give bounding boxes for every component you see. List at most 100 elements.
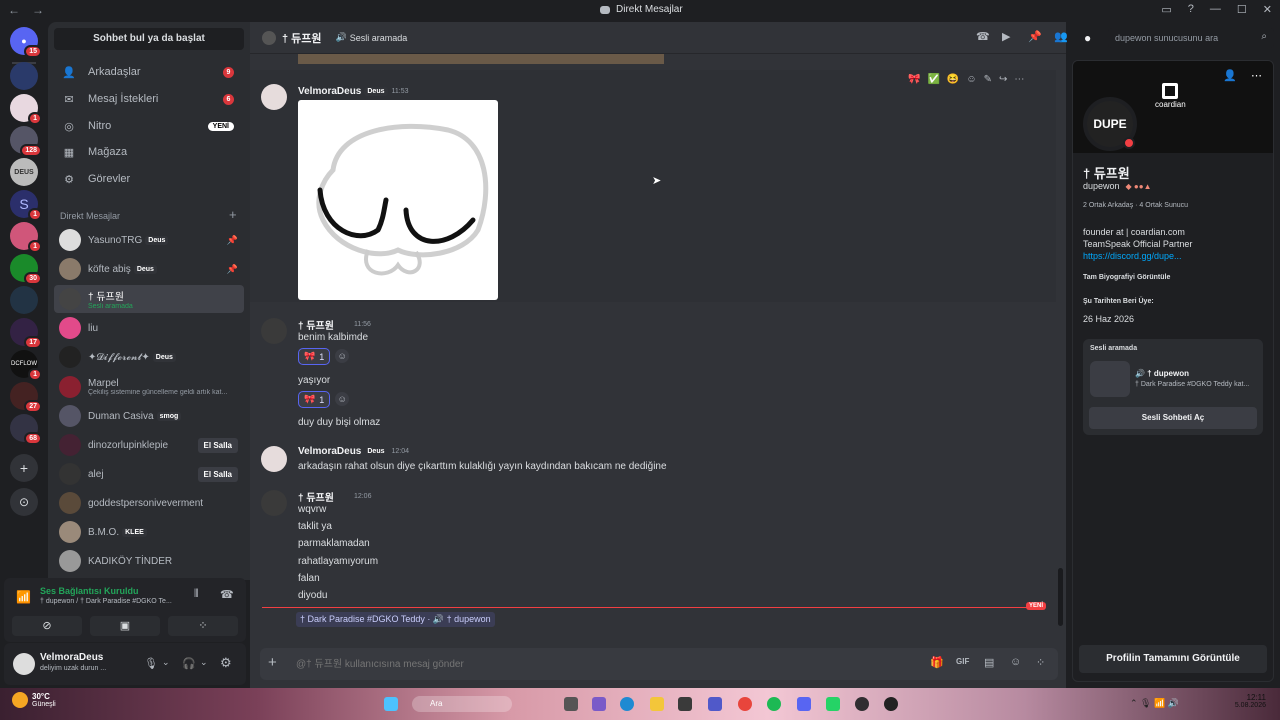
- message-avatar[interactable]: [261, 446, 287, 472]
- server-icon[interactable]: 128: [10, 126, 42, 157]
- gif-icon[interactable]: GIF: [956, 657, 969, 666]
- chevron-down-icon[interactable]: ⌄: [162, 657, 170, 668]
- dm-item[interactable]: alej El Salla: [54, 461, 244, 487]
- voice-channel[interactable]: † dupewon / † Dark Paradise #DGKO Te...: [40, 598, 172, 605]
- dm-item[interactable]: KADIKÖY TİNDER: [54, 548, 244, 574]
- server-icon-deus[interactable]: DEUS: [10, 158, 38, 186]
- edit-icon[interactable]: ✎: [984, 74, 992, 85]
- open-voice-chat-button[interactable]: Sesli Sohbeti Aç: [1089, 407, 1257, 429]
- header-voice-status[interactable]: Sesli aramada: [350, 33, 408, 43]
- dm-item[interactable]: B.M.O. KLEE: [54, 519, 244, 545]
- dm-item[interactable]: YasunoTRG Deus 📌: [54, 227, 244, 253]
- dm-item[interactable]: Duman Casiva smog: [54, 403, 244, 429]
- message-author[interactable]: VelmoraDeus: [298, 446, 361, 457]
- dm-item[interactable]: Marpel Çekiliş sistemine güncelleme geldi…: [54, 373, 244, 401]
- noise-suppression-icon[interactable]: ⫴: [194, 588, 199, 601]
- message-avatar[interactable]: [261, 84, 287, 110]
- call-icon[interactable]: ☎: [976, 30, 990, 43]
- add-friend-icon[interactable]: 👤: [1223, 69, 1237, 82]
- server-search[interactable]: dupewon sunucusunu ara ⌕: [1108, 28, 1274, 48]
- more-icon[interactable]: ⋯: [1251, 69, 1262, 82]
- chrome-icon[interactable]: [738, 697, 752, 711]
- close-button[interactable]: ✕: [1263, 3, 1272, 16]
- nav-shop[interactable]: ▦ Mağaza: [54, 140, 244, 164]
- create-dm-icon[interactable]: +: [229, 207, 237, 222]
- bio-link[interactable]: https://discord.gg/dupe...: [1083, 251, 1182, 261]
- mutuals[interactable]: 2 Ortak Arkadaş · 4 Ortak Sunucu: [1083, 202, 1188, 209]
- chatgpt-icon[interactable]: [884, 697, 898, 711]
- windows-start-icon[interactable]: [384, 697, 398, 711]
- add-server-icon[interactable]: +: [10, 454, 38, 482]
- server-icon[interactable]: [10, 62, 38, 90]
- back-icon[interactable]: ←: [8, 3, 20, 17]
- dm-item[interactable]: köfte abiş Deus 📌: [54, 256, 244, 282]
- server-icon[interactable]: 30: [10, 254, 42, 285]
- microphone-icon[interactable]: 🎙: [144, 657, 158, 670]
- profile-toggle-icon[interactable]: ●: [1084, 31, 1091, 45]
- scrollbar[interactable]: [1058, 568, 1063, 626]
- server-icon[interactable]: 1: [10, 94, 42, 125]
- pin-icon[interactable]: 📌: [1028, 30, 1042, 43]
- weather-widget[interactable]: 30°C Güneşli: [12, 692, 56, 708]
- message-author[interactable]: † 듀프원: [298, 317, 334, 332]
- dm-item[interactable]: ✦𝓓𝓲𝓯𝓯𝓮𝓻𝓮𝓷𝓽✦ Deus: [54, 344, 244, 370]
- nav-message-requests[interactable]: ✉ Mesaj İstekleri 6: [54, 87, 244, 111]
- whatsapp-icon[interactable]: [826, 697, 840, 711]
- more-icon[interactable]: ⋯: [1014, 74, 1024, 85]
- taskbar-search[interactable]: Ara: [412, 696, 512, 712]
- edge-icon[interactable]: [620, 697, 634, 711]
- screen-share-button[interactable]: ▣: [90, 616, 160, 636]
- clock[interactable]: 12:11 5.08.2026: [1226, 693, 1266, 709]
- message-author[interactable]: † 듀프원: [298, 489, 334, 504]
- store-icon[interactable]: [678, 697, 692, 711]
- reaction-check-icon[interactable]: ✅: [927, 74, 939, 85]
- user-avatar[interactable]: [13, 653, 35, 675]
- reaction-chip[interactable]: 🎀 1: [298, 391, 331, 408]
- view-full-profile-button[interactable]: Profilin Tamamını Görüntüle: [1079, 645, 1267, 673]
- disconnect-icon[interactable]: ☎: [220, 588, 234, 601]
- home-dm-button[interactable]: ● 15: [10, 27, 42, 58]
- message-avatar[interactable]: [261, 318, 287, 344]
- add-friend-icon[interactable]: 👥: [1054, 30, 1068, 43]
- message-input[interactable]: [296, 654, 876, 674]
- server-icon[interactable]: S1: [10, 190, 42, 221]
- forward-icon[interactable]: →: [32, 3, 44, 17]
- sticker-icon[interactable]: ▤: [984, 656, 994, 669]
- dm-item[interactable]: dinozorlupinklepie El Salla: [54, 432, 244, 458]
- server-icon[interactable]: 1: [10, 222, 42, 253]
- wave-button[interactable]: El Salla: [197, 466, 238, 482]
- server-icon[interactable]: 68: [10, 414, 42, 445]
- dm-item-active[interactable]: † 듀프원 Sesli aramada: [54, 285, 244, 313]
- teams-icon[interactable]: [708, 697, 722, 711]
- reaction-chip[interactable]: 🎀 1: [298, 348, 331, 365]
- minimize-button[interactable]: —: [1210, 3, 1221, 16]
- server-icon[interactable]: [10, 286, 38, 314]
- message-author[interactable]: VelmoraDeus: [298, 86, 361, 97]
- emoji-icon[interactable]: ☺: [1010, 656, 1021, 668]
- chevron-down-icon[interactable]: ⌄: [200, 657, 208, 668]
- obs-icon[interactable]: [855, 697, 869, 711]
- add-reaction-icon[interactable]: ☺: [335, 391, 350, 406]
- discover-icon[interactable]: ⊙: [10, 488, 38, 516]
- headphones-icon[interactable]: 🎧: [182, 657, 196, 670]
- camera-off-button[interactable]: ⊘: [12, 616, 82, 636]
- maximize-button[interactable]: ☐: [1237, 3, 1247, 16]
- add-reaction-icon[interactable]: ☺: [335, 348, 350, 363]
- message-avatar[interactable]: [261, 490, 287, 516]
- discord-taskbar-icon[interactable]: [797, 697, 811, 711]
- message-image[interactable]: [298, 100, 498, 300]
- video-icon[interactable]: ▶: [1002, 30, 1010, 43]
- widgets-icon[interactable]: [592, 697, 606, 711]
- activities-button[interactable]: ⁘: [168, 616, 238, 636]
- nav-friends[interactable]: 👤 Arkadaşlar 9: [54, 60, 244, 84]
- dm-item[interactable]: goddestpersoniveverment: [54, 490, 244, 516]
- wave-button[interactable]: El Salla: [197, 437, 238, 453]
- apps-icon[interactable]: ⁘: [1036, 656, 1045, 669]
- inbox-icon[interactable]: ▭: [1161, 3, 1171, 16]
- nav-quests[interactable]: ⚙ Görevler: [54, 167, 244, 191]
- dm-item[interactable]: liu: [54, 315, 244, 341]
- view-full-bio-link[interactable]: Tam Biyografiyi Görüntüle: [1083, 274, 1170, 281]
- attach-plus-icon[interactable]: +: [268, 654, 277, 671]
- server-icon-dcflow[interactable]: DCFLOW 1: [10, 350, 42, 381]
- gift-icon[interactable]: 🎁: [930, 656, 944, 669]
